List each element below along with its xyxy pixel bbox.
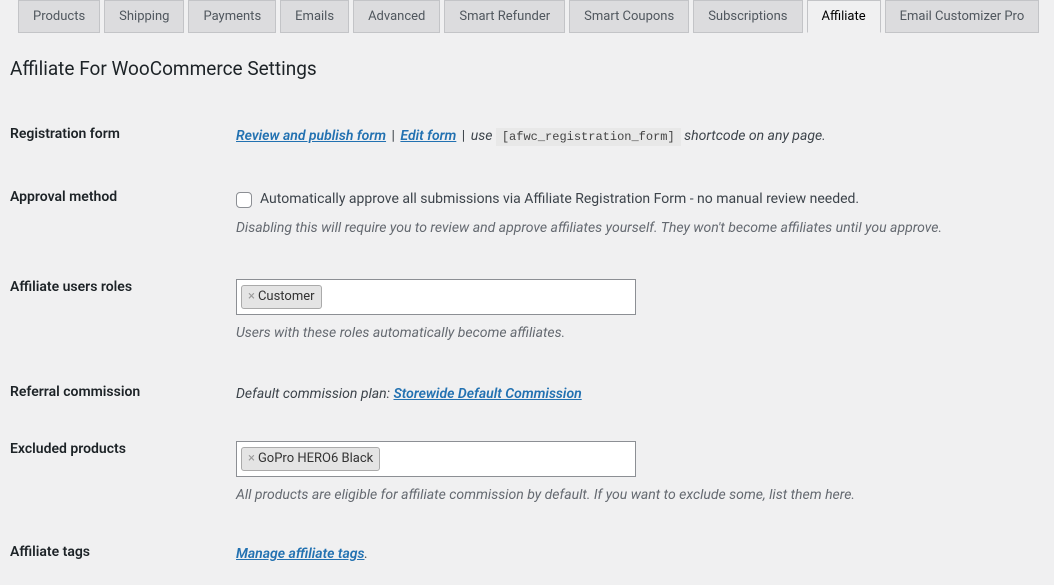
remove-token-icon[interactable]: × [248, 287, 255, 307]
product-token: ×GoPro HERO6 Black [241, 447, 380, 471]
tab-products[interactable]: Products [18, 0, 100, 33]
excluded-products-label: Excluded products [0, 425, 230, 522]
tab-advanced[interactable]: Advanced [353, 0, 440, 33]
excluded-description: All products are eligible for affiliate … [236, 485, 1044, 506]
storewide-commission-link[interactable]: Storewide Default Commission [393, 386, 581, 402]
roles-description: Users with these roles automatically bec… [236, 323, 1044, 344]
tab-emails[interactable]: Emails [280, 0, 349, 33]
tab-smart-refunder[interactable]: Smart Refunder [444, 0, 565, 33]
review-publish-form-link[interactable]: Review and publish form [236, 128, 386, 144]
affiliate-tags-label: Affiliate tags [0, 522, 230, 585]
separator: | [386, 128, 400, 144]
tab-smart-coupons[interactable]: Smart Coupons [569, 0, 689, 33]
approval-method-label: Approval method [0, 173, 230, 259]
role-token-customer: ×Customer [241, 285, 322, 309]
shortcode-code: [afwc_registration_form] [496, 128, 681, 146]
referral-commission-label: Referral commission [0, 360, 230, 425]
tab-payments[interactable]: Payments [188, 0, 276, 33]
auto-approve-checkbox[interactable] [236, 192, 252, 208]
product-token-label: GoPro HERO6 Black [258, 449, 373, 469]
page-title: Affiliate For WooCommerce Settings [0, 33, 1054, 80]
settings-tabs: Products Shipping Payments Emails Advanc… [0, 0, 1054, 33]
tab-shipping[interactable]: Shipping [104, 0, 184, 33]
separator: | [456, 128, 470, 144]
commission-plan-prefix: Default commission plan: [236, 386, 393, 402]
manage-affiliate-tags-link[interactable]: Manage affiliate tags [236, 546, 364, 562]
affiliate-roles-label: Affiliate users roles [0, 259, 230, 360]
role-token-label: Customer [258, 287, 315, 307]
shortcode-tail: shortcode on any page. [681, 128, 826, 144]
registration-form-label: Registration form [0, 80, 230, 173]
remove-token-icon[interactable]: × [248, 449, 255, 469]
tab-subscriptions[interactable]: Subscriptions [693, 0, 802, 33]
edit-form-link[interactable]: Edit form [400, 128, 456, 144]
tab-email-customizer-pro[interactable]: Email Customizer Pro [885, 0, 1040, 33]
period: . [364, 546, 368, 562]
use-text: use [471, 128, 496, 144]
tab-affiliate[interactable]: Affiliate [807, 0, 881, 33]
affiliate-roles-select[interactable]: ×Customer [236, 279, 636, 315]
approval-description: Disabling this will require you to revie… [236, 218, 1044, 239]
excluded-products-select[interactable]: ×GoPro HERO6 Black [236, 441, 636, 477]
auto-approve-label: Automatically approve all submissions vi… [260, 189, 859, 210]
